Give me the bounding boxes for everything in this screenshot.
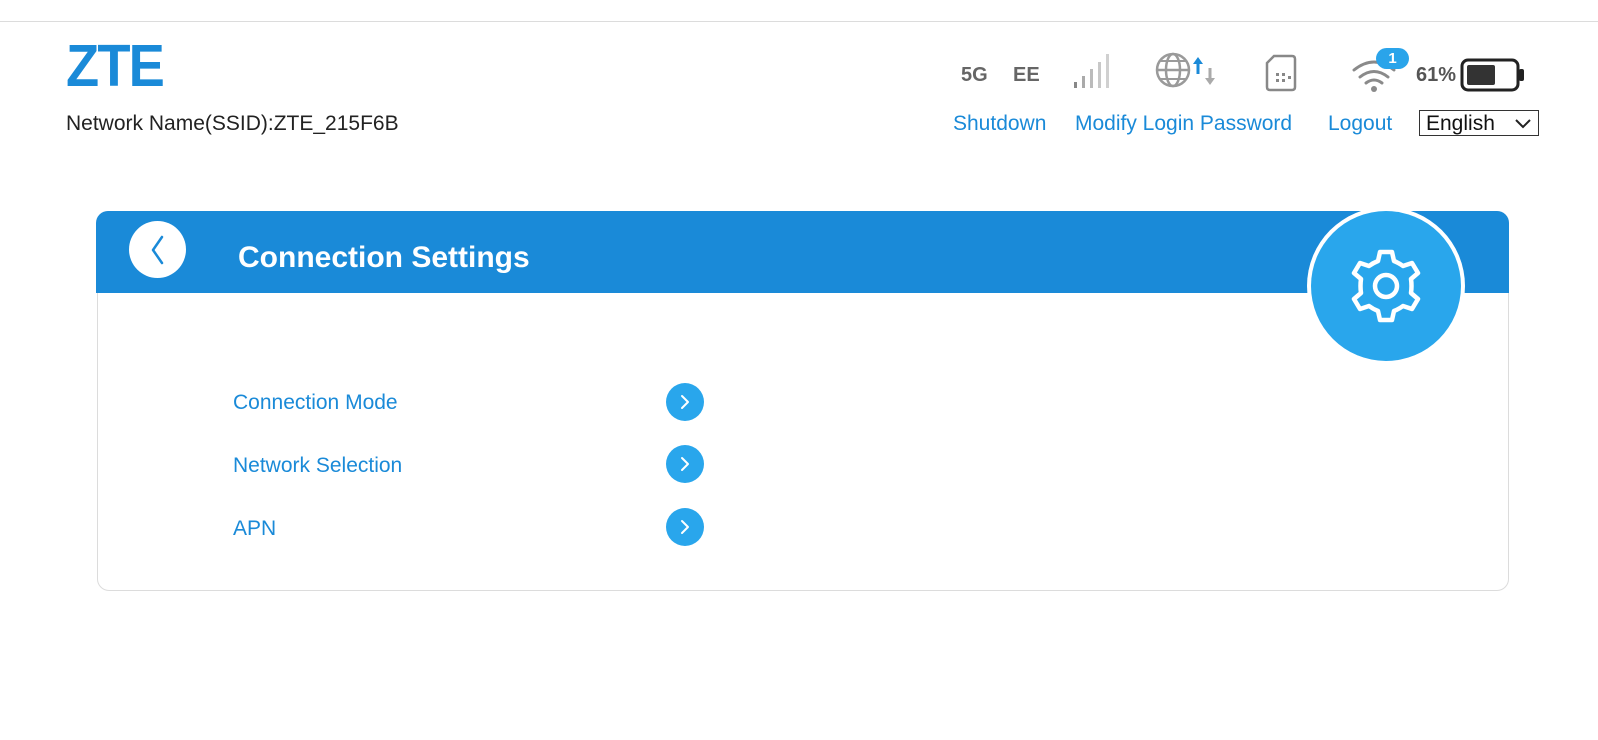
shutdown-link[interactable]: Shutdown bbox=[953, 112, 1046, 136]
battery-percent-label: 61% bbox=[1416, 64, 1457, 86]
globe-data-transfer-icon bbox=[1154, 50, 1220, 99]
top-divider bbox=[0, 21, 1598, 22]
language-select[interactable]: English bbox=[1419, 110, 1539, 136]
logout-link[interactable]: Logout bbox=[1328, 112, 1392, 136]
menu-item-label[interactable]: Network Selection bbox=[233, 454, 402, 478]
back-button[interactable] bbox=[129, 221, 186, 278]
operator-label: EE bbox=[1013, 64, 1040, 86]
menu-item-label[interactable]: APN bbox=[233, 517, 276, 541]
zte-logo: ZTE bbox=[66, 33, 165, 99]
signal-bars-icon bbox=[1071, 52, 1113, 95]
ssid-label: Network Name(SSID):ZTE_215F6B bbox=[66, 112, 399, 135]
battery-icon bbox=[1460, 58, 1526, 97]
chevron-right-icon bbox=[681, 457, 689, 471]
menu-item-arrow-button[interactable] bbox=[666, 445, 704, 483]
menu-item-arrow-button[interactable] bbox=[666, 383, 704, 421]
language-selected-value: English bbox=[1426, 112, 1495, 135]
sim-card-icon bbox=[1265, 54, 1297, 97]
network-type-label: 5G bbox=[961, 64, 988, 86]
gear-icon bbox=[1351, 249, 1421, 323]
chevron-right-icon bbox=[681, 395, 689, 409]
chevron-down-icon bbox=[1514, 111, 1532, 144]
wifi-clients-badge: 1 bbox=[1376, 48, 1409, 69]
page-title: Connection Settings bbox=[238, 241, 530, 274]
menu-item-arrow-button[interactable] bbox=[666, 508, 704, 546]
chevron-right-icon bbox=[681, 520, 689, 534]
chevron-left-icon bbox=[151, 235, 164, 265]
settings-badge bbox=[1311, 211, 1461, 361]
status-bar: 5G EE 1 61% bbox=[950, 46, 1540, 96]
menu-item-label[interactable]: Connection Mode bbox=[233, 391, 398, 415]
modify-login-password-link[interactable]: Modify Login Password bbox=[1075, 112, 1292, 136]
